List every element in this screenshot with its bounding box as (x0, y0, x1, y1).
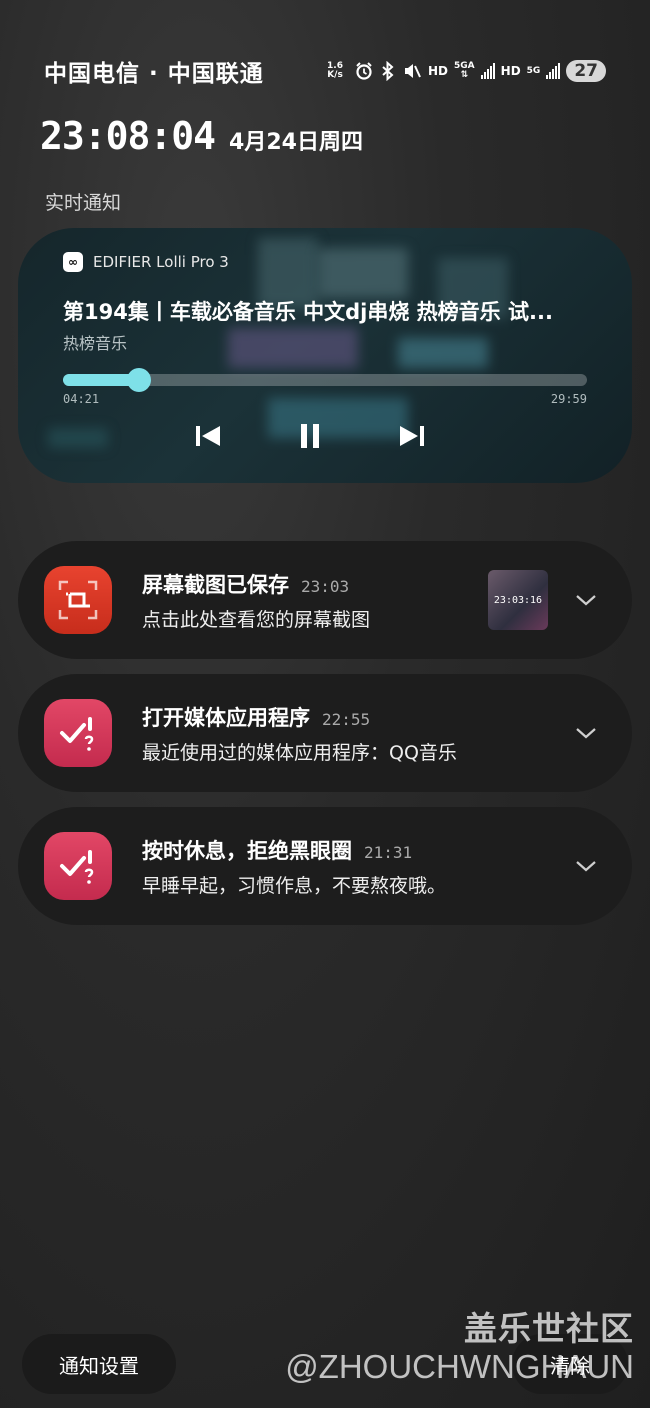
media-content: ∞ EDIFIER Lolli Pro 3 第194集丨车载必备音乐 中文dj串… (18, 228, 632, 483)
data-arrows-icon: ⇅ (460, 70, 469, 80)
media-elapsed: 04:21 (63, 392, 100, 406)
skip-previous-icon (196, 426, 220, 446)
hd-label-2: HD (500, 64, 521, 78)
data-speed-unit: K/s (327, 70, 343, 80)
media-player-card[interactable]: ∞ EDIFIER Lolli Pro 3 第194集丨车载必备音乐 中文dj串… (18, 228, 632, 483)
media-device-name: EDIFIER Lolli Pro 3 (93, 253, 229, 271)
digital-wellbeing-icon (44, 699, 112, 767)
bluetooth-icon (380, 61, 396, 81)
network-type-1: 5GA ⇅ (454, 62, 475, 80)
notification-time: 21:31 (364, 842, 413, 862)
chevron-down-icon (576, 595, 596, 606)
notification-time: 23:03 (301, 576, 350, 596)
battery-icon: 27 (566, 60, 606, 82)
media-progress-handle[interactable] (126, 368, 151, 392)
signal-icon (546, 63, 561, 79)
clock-date[interactable]: 4月24日周四 (229, 124, 363, 156)
notification-settings-button[interactable]: 通知设置 (22, 1334, 176, 1394)
notification-text: 屏幕截图已保存 23:03 点击此处查看您的屏幕截图 (142, 569, 488, 632)
data-speed-icon: 1.6 K/s (322, 62, 348, 80)
watermark-community: 盖乐世社区 (464, 1309, 634, 1348)
notification-title: 屏幕截图已保存 (142, 572, 289, 597)
status-icons: 1.6 K/s HD 5GA ⇅ HD 5G 27 (322, 60, 606, 82)
clock-row: 23:08:04 4月24日周四 (40, 114, 363, 158)
notification-body: 早睡早起，习惯作息，不要熬夜哦。 (142, 874, 447, 897)
expand-chevron-button[interactable] (574, 854, 598, 878)
media-controls (33, 420, 587, 452)
chevron-down-icon (576, 728, 596, 739)
section-label-live: 实时通知 (45, 192, 122, 214)
notification-title: 打开媒体应用程序 (142, 705, 310, 730)
media-artist: 热榜音乐 (63, 334, 128, 353)
notification-time: 22:55 (322, 709, 371, 729)
notification-title: 按时休息，拒绝黑眼圈 (142, 838, 352, 863)
carrier-label: 中国电信 · 中国联通 (44, 61, 264, 87)
audio-device-icon: ∞ (63, 252, 83, 272)
previous-track-button[interactable] (192, 420, 224, 452)
notification-text: 打开媒体应用程序 22:55 最近使用过的媒体应用程序：QQ音乐 (142, 702, 574, 765)
expand-chevron-button[interactable] (574, 588, 598, 612)
thumbnail-time: 23:03:16 (493, 594, 543, 606)
pause-icon (301, 424, 319, 448)
pause-button[interactable] (294, 420, 326, 452)
clock-time[interactable]: 23:08:04 (40, 114, 216, 158)
status-bar: 中国电信 · 中国联通 1.6 K/s HD 5GA ⇅ HD 5G 27 (44, 56, 606, 87)
signal-icon (480, 63, 495, 79)
skip-next-icon (400, 426, 424, 446)
notification-text: 按时休息，拒绝黑眼圈 21:31 早睡早起，习惯作息，不要熬夜哦。 (142, 835, 574, 898)
media-title: 第194集丨车载必备音乐 中文dj串烧 热榜音乐 试... (63, 300, 553, 324)
notification-media-app[interactable]: 打开媒体应用程序 22:55 最近使用过的媒体应用程序：QQ音乐 (18, 674, 632, 792)
media-app-row: ∞ EDIFIER Lolli Pro 3 (63, 252, 587, 272)
digital-wellbeing-icon (44, 832, 112, 900)
media-progress-bar[interactable] (63, 368, 587, 392)
notification-screenshot[interactable]: 屏幕截图已保存 23:03 点击此处查看您的屏幕截图 23:03:16 (18, 541, 632, 659)
alarm-icon (354, 61, 374, 81)
chevron-down-icon (576, 861, 596, 872)
notification-body: 点击此处查看您的屏幕截图 (142, 608, 371, 631)
media-duration: 29:59 (550, 392, 587, 406)
notification-rest-reminder[interactable]: 按时休息，拒绝黑眼圈 21:31 早睡早起，习惯作息，不要熬夜哦。 (18, 807, 632, 925)
expand-chevron-button[interactable] (574, 721, 598, 745)
screenshot-thumbnail[interactable]: 23:03:16 (488, 570, 548, 630)
screenshot-icon (44, 566, 112, 634)
media-times: 04:21 29:59 (63, 392, 587, 406)
mute-icon (402, 61, 422, 81)
next-track-button[interactable] (396, 420, 428, 452)
notification-body: 最近使用过的媒体应用程序：QQ音乐 (142, 741, 457, 764)
network-type-2: 5G (526, 65, 541, 76)
hd-label-1: HD (428, 64, 449, 78)
watermark-handle: @ZHOUCHWNGHAUN (285, 1348, 634, 1385)
